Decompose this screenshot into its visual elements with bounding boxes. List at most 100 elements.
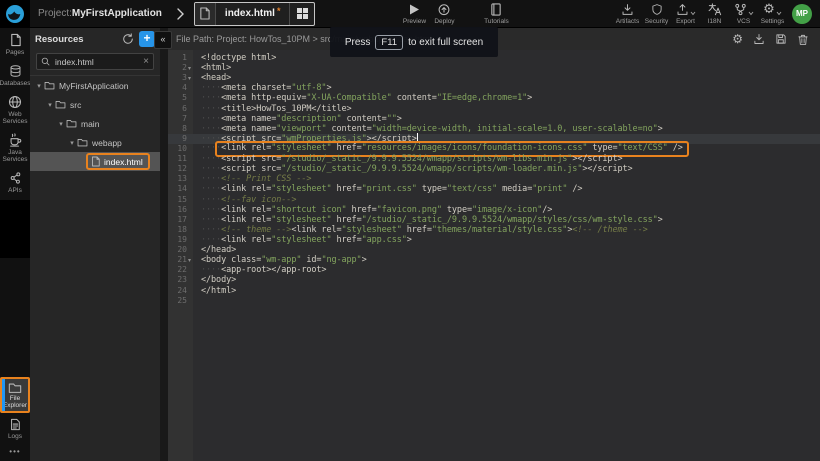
code-text[interactable]: </head> [201,245,236,255]
code-text[interactable]: ····<!--fav icon--> [201,195,296,205]
collapse-panel-button[interactable]: « [154,31,172,49]
breadcrumb-chevron-icon [176,8,184,20]
code-line[interactable]: 14····<link rel="stylesheet" href="print… [168,184,820,194]
code-text[interactable]: ····<title>HowTos_10PM</title> [201,104,352,114]
fold-caret-icon[interactable]: ▾ [188,65,194,72]
code-text[interactable]: ····<meta name="description" content=""> [201,114,402,124]
code-text[interactable]: ····<link rel="stylesheet" href="print.c… [201,184,582,194]
resource-search-box[interactable]: × [36,53,154,70]
code-text[interactable]: ····<link rel="stylesheet" href="/studio… [201,215,663,225]
code-line[interactable]: 10····<link rel="stylesheet" href="resou… [168,144,820,154]
search-input[interactable] [53,56,140,68]
deploy-button[interactable]: Deploy [429,0,459,28]
preview-button[interactable]: Preview [399,0,429,28]
code-line[interactable]: 24 </html> [168,286,820,296]
refresh-icon[interactable] [122,33,134,45]
code-text[interactable]: <!doctype html> [201,53,276,63]
caret-down-icon[interactable]: ▾ [67,139,77,147]
download-icon[interactable] [753,33,765,45]
code-lines-container: 1<!doctype html>2▾<html>3▾<head>4····<me… [168,53,820,306]
code-line[interactable]: 19····<link rel="stylesheet" href="app.c… [168,235,820,245]
vcs-button[interactable]: VCS [729,0,758,28]
line-number: 24 [168,286,187,296]
java-services-label: Java Services [0,149,30,163]
tree-item-main[interactable]: ▾ main [30,114,160,133]
caret-down-icon[interactable]: ▾ [45,101,55,109]
sidebar-item-file-explorer[interactable]: File Explorer [0,377,30,413]
code-text[interactable]: ····<meta charset="utf-8"> [201,83,331,93]
sidebar-item-pages[interactable]: Pages [0,28,30,59]
save-icon[interactable] [775,33,787,45]
apis-label: APIs [8,187,22,194]
code-text[interactable]: ····<script src="/studio/_static_/9.9.9.… [201,164,633,174]
code-line[interactable]: 21▾<body class="wm-app" id="ng-app"> [168,255,820,265]
code-line[interactable]: 2▾ <html> [168,63,820,73]
sidebar-item-logs[interactable]: Logs [0,413,30,443]
code-text[interactable]: <body class="wm-app" id="ng-app"> [201,255,367,265]
code-line[interactable]: 13····<!-- Print CSS --> [168,174,820,184]
settings-button[interactable]: ⚙ Settings [758,0,787,28]
add-resource-button[interactable]: + [139,31,155,47]
code-line[interactable]: 4····<meta charset="utf-8"> [168,83,820,93]
app-logo[interactable] [0,0,30,28]
code-text[interactable]: ····<!-- Print CSS --> [201,174,311,184]
tree-item-webapp[interactable]: ▾ webapp [30,133,160,152]
code-line[interactable]: 22····<app-root></app-root> [168,265,820,275]
caret-down-icon[interactable]: ▾ [56,120,66,128]
sidebar-item-java-services[interactable]: Java Services [0,128,30,166]
code-line[interactable]: 23</body> [168,275,820,285]
sidebar-item-apis[interactable]: APIs [0,166,30,197]
tree-item-src[interactable]: ▾ src [30,95,160,114]
line-number: 2 [168,63,187,73]
more-options-ellipsis-icon[interactable]: ••• [9,443,20,461]
security-button[interactable]: Security [642,0,671,28]
tutorials-button[interactable]: Tutorials [481,0,511,28]
line-number: 25 [168,296,187,306]
tree-item-myfirstapplication[interactable]: ▾ MyFirstApplication [30,76,160,95]
code-line[interactable]: 16····<link rel="shortcut icon" href="fa… [168,205,820,215]
layout-grid-icon[interactable] [289,3,314,25]
code-text[interactable]: </html> [201,286,236,296]
code-line[interactable]: 15····<!--fav icon--> [168,195,820,205]
code-text[interactable]: ····<meta http-equiv="X-UA-Compatible" c… [201,93,532,103]
code-line[interactable]: 5····<meta http-equiv="X-UA-Compatible" … [168,93,820,103]
code-editor[interactable]: 1<!doctype html>2▾<html>3▾<head>4····<me… [168,50,820,461]
logs-label: Logs [8,433,22,440]
code-text[interactable]: ····<meta name="viewport" content="width… [201,124,663,134]
i18n-button[interactable]: I18N [700,0,729,28]
file-tree: ▾ MyFirstApplication ▾ src ▾ main ▾ weba… [30,75,160,171]
export-button[interactable]: Export [671,0,700,28]
fold-caret-icon[interactable]: ▾ [188,257,194,264]
sidebar-item-web-services[interactable]: Web Services [0,90,30,128]
code-text[interactable]: </body> [201,275,236,285]
code-text[interactable]: ····<link rel="shortcut icon" href="favi… [201,205,552,215]
sidebar-item-databases[interactable]: Databases [0,59,30,90]
fullscreen-exit-notification: Press F11 to exit full screen [330,27,498,57]
code-line[interactable]: 6····<title>HowTos_10PM</title> [168,104,820,114]
code-line[interactable]: 3▾<head> [168,73,820,83]
code-line[interactable]: 18····<!-- theme --><link rel="styleshee… [168,225,820,235]
code-text[interactable]: ····<app-root></app-root> [201,265,326,275]
code-text[interactable]: ····<link rel="stylesheet" href="app.css… [201,235,412,245]
code-text[interactable]: <html> [201,63,231,73]
code-line[interactable]: 7····<meta name="description" content=""… [168,114,820,124]
editor-settings-gear-icon[interactable]: ⚙ [732,33,743,46]
code-text[interactable]: ····<script src="/studio/_static_/9.9.9.… [201,154,623,164]
panel-splitter[interactable] [160,28,168,461]
user-avatar[interactable]: MP [792,4,812,24]
tree-item-index-html[interactable]: index.html [30,152,160,171]
trash-icon[interactable] [797,33,809,46]
clear-search-icon[interactable]: × [143,57,149,67]
code-line[interactable]: 12····<script src="/studio/_static_/9.9.… [168,164,820,174]
artifacts-button[interactable]: Artifacts [613,0,642,28]
caret-down-icon[interactable]: ▾ [34,82,44,90]
code-line[interactable]: 17····<link rel="stylesheet" href="/stud… [168,215,820,225]
tab-index-html[interactable]: index.html * [194,2,316,26]
code-line[interactable]: 25 [168,296,820,306]
code-line[interactable]: 11····<script src="/studio/_static_/9.9.… [168,154,820,164]
code-text[interactable]: ····<!-- theme --><link rel="stylesheet"… [201,225,648,235]
code-line[interactable]: 20</head> [168,245,820,255]
code-line[interactable]: 8····<meta name="viewport" content="widt… [168,124,820,134]
fold-caret-icon[interactable]: ▾ [188,75,194,82]
code-text[interactable]: <head> [201,73,231,83]
